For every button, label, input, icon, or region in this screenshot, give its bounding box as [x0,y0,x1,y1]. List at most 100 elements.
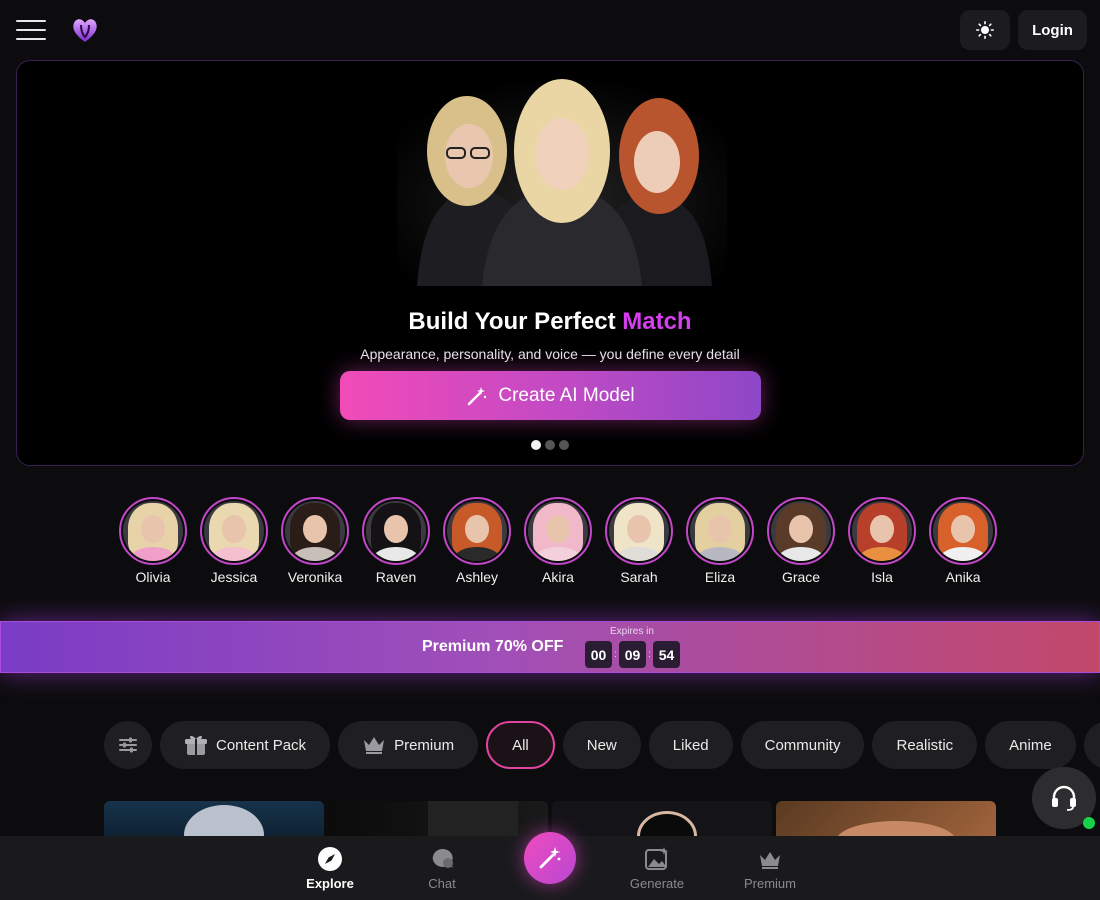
story-name: Anika [945,569,981,585]
filter-chip-liked[interactable]: Liked [648,721,733,769]
avatar [605,497,673,565]
filter-chip-new[interactable]: New [562,721,641,769]
top-bar: Login [0,0,1100,60]
gallery-card[interactable] [104,801,324,841]
nav-chat[interactable]: Chat [397,846,487,891]
avatar [524,497,592,565]
carousel-dot-3[interactable] [559,440,569,450]
gallery-card[interactable] [552,801,772,841]
sun-icon [976,21,994,39]
online-status-dot [1083,817,1095,829]
story-avatar-akira[interactable]: Akira [524,497,592,585]
hero-title-accent: Match [622,308,692,335]
nav-explore-label: Explore [306,876,354,891]
story-name: Grace [781,569,821,585]
filter-chip-label: Content Pack [216,736,307,754]
story-avatar-isla[interactable]: Isla [848,497,916,585]
hero-banner: Build Your Perfect Match Appearance, per… [16,60,1084,466]
avatar [848,497,916,565]
gallery-card[interactable] [328,801,548,841]
hero-models-illustration [397,76,727,286]
filter-chip-label: Anime [1009,736,1052,754]
menu-icon[interactable] [16,18,46,42]
model-stories-row: Olivia Jessica Veronika Raven Ashley Akira Sar… [119,497,997,585]
countdown-timer: 00 : 09 : 54 [585,641,680,668]
magic-wand-icon [468,386,487,405]
filter-chip-label: Realistic [896,736,954,754]
avatar [362,497,430,565]
carousel-dots [531,440,569,450]
story-name: Veronika [287,569,343,585]
story-name: Isla [871,569,893,585]
nav-chat-label: Chat [428,876,456,891]
filter-chip-label: Liked [672,736,709,754]
nav-premium-label: Premium [743,876,796,891]
theme-toggle-button[interactable] [960,10,1010,50]
gift-box-icon [185,735,207,755]
story-avatar-olivia[interactable]: Olivia [119,497,187,585]
expires-label: Expires in [610,626,654,637]
compass-icon [318,847,342,871]
nav-premium[interactable]: Premium [725,846,815,891]
nav-explore[interactable]: Explore [285,846,375,891]
avatar [767,497,835,565]
story-name: Akira [542,569,574,585]
nav-generate[interactable]: Generate [612,846,702,891]
filter-chip-label: Premium [394,736,455,754]
story-name: Olivia [135,569,171,585]
headset-icon [1052,785,1076,811]
gallery-card[interactable] [776,801,996,841]
filter-chip-premium[interactable]: Premium [338,721,479,769]
create-fab-button[interactable] [524,832,576,884]
login-button[interactable]: Login [1018,10,1087,50]
avatar [443,497,511,565]
filter-settings-button[interactable] [104,721,152,769]
hero-title-main: Build Your Perfect [408,308,616,335]
nav-generate-label: Generate [629,876,685,891]
filter-chip-all[interactable]: All [486,721,555,769]
filter-chip-label: All [512,736,529,754]
filter-chip-more[interactable] [1083,721,1100,769]
story-avatar-veronika[interactable]: Veronika [281,497,349,585]
story-name: Eliza [704,569,736,585]
avatar [686,497,754,565]
crown-icon [364,737,385,754]
story-avatar-grace[interactable]: Grace [767,497,835,585]
story-name: Jessica [210,569,258,585]
carousel-dot-2[interactable] [545,440,555,450]
story-avatar-raven[interactable]: Raven [362,497,430,585]
story-name: Ashley [455,569,499,585]
avatar [119,497,187,565]
chat-bubble-icon [432,848,453,868]
story-name: Sarah [620,569,658,585]
avatar [929,497,997,565]
promo-text: Premium 70% OFF [422,638,564,655]
filter-chip-content-pack[interactable]: Content Pack [160,721,331,769]
create-ai-model-label: Create AI Model [498,384,635,406]
timer-hours: 00 [585,641,612,668]
story-avatar-anika[interactable]: Anika [929,497,997,585]
filter-chip-anime[interactable]: Anime [985,721,1076,769]
story-avatar-eliza[interactable]: Eliza [686,497,754,585]
premium-promo-banner[interactable]: Premium 70% OFF Expires in 00 : 09 : 54 [0,621,1100,673]
brand-logo[interactable] [70,15,100,45]
story-avatar-jessica[interactable]: Jessica [200,497,268,585]
crown-icon [760,852,780,869]
story-avatar-ashley[interactable]: Ashley [443,497,511,585]
filter-chip-label: Community [764,736,841,754]
create-ai-model-button[interactable]: Create AI Model [340,371,761,420]
hero-subtitle: Appearance, personality, and voice — you… [360,346,740,362]
filter-chip-label: New [586,736,617,754]
filter-chip-realistic[interactable]: Realistic [872,721,978,769]
sliders-icon [119,737,137,753]
avatar [200,497,268,565]
carousel-dot-1[interactable] [531,440,541,450]
story-avatar-sarah[interactable]: Sarah [605,497,673,585]
filters-area: Content Pack Premium All New Liked Community R… [0,700,1100,790]
magic-wand-icon [539,847,561,869]
timer-seconds: 54 [653,641,680,668]
timer-minutes: 09 [619,641,646,668]
filter-chip-community[interactable]: Community [740,721,865,769]
story-name: Raven [375,569,417,585]
image-sparkle-icon [645,847,668,870]
